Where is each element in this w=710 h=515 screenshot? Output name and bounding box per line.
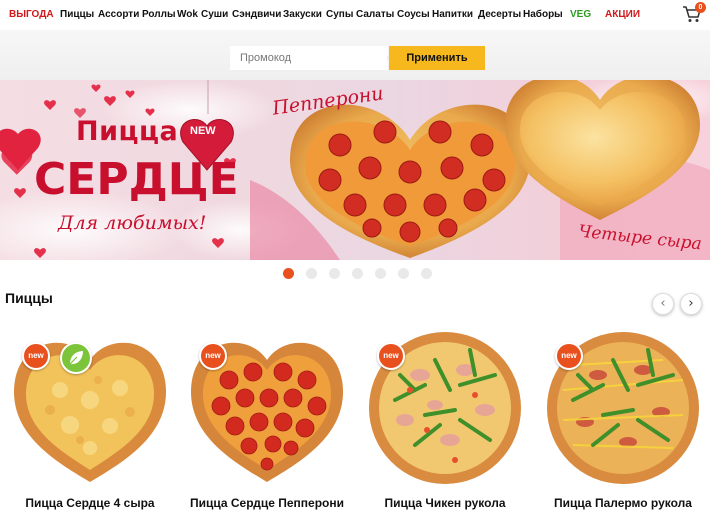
carousel-dot-7[interactable]: [421, 268, 432, 279]
nav-item-pizzas[interactable]: Пиццы: [60, 9, 94, 20]
nav-item-rolls[interactable]: Роллы: [142, 9, 176, 20]
prev-arrow-button[interactable]: ‹: [652, 293, 674, 315]
hero-banner[interactable]: Пицца СЕРДЦЕ Для любимых! NEW Пепперони …: [0, 80, 710, 260]
nav-item-veg[interactable]: VEG: [570, 9, 591, 20]
top-navigation: ВЫГОДА Пиццы Ассорти Роллы Wok Суши Сэнд…: [0, 0, 710, 30]
new-badge: new: [555, 342, 583, 370]
carousel-dot-2[interactable]: [306, 268, 317, 279]
product-card-palermo-rucola[interactable]: new Пицца Палермо рукола: [543, 330, 703, 515]
nav-item-soups[interactable]: Супы: [326, 9, 353, 20]
nav-item-vygoda[interactable]: ВЫГОДА: [9, 9, 54, 20]
nav-item-sandwiches[interactable]: Сэндвичи: [232, 9, 281, 20]
chevron-left-icon: ‹: [660, 296, 666, 311]
carousel-dot-3[interactable]: [329, 268, 340, 279]
banner-title-line1: Пицца: [76, 116, 179, 147]
banner-new-label: NEW: [190, 125, 216, 137]
carousel-dot-4[interactable]: [352, 268, 363, 279]
nav-item-promotions[interactable]: АКЦИИ: [605, 9, 640, 20]
nav-item-salads[interactable]: Салаты: [356, 9, 394, 20]
nav-item-wok[interactable]: Wok: [177, 9, 198, 20]
veg-badge: [60, 342, 92, 374]
promo-code-input[interactable]: [230, 46, 388, 70]
new-badge: new: [22, 342, 50, 370]
product-name[interactable]: Пицца Сердце 4 сыра: [0, 496, 180, 510]
section-title: Пиццы: [5, 290, 53, 306]
cart-count-badge: 0: [695, 2, 706, 13]
apply-promo-button[interactable]: Применить: [389, 46, 485, 70]
product-card-heart-4-cheese[interactable]: new Пицца Сердце 4 сыра: [10, 330, 170, 515]
nav-item-sauces[interactable]: Соусы: [397, 9, 430, 20]
new-badge: new: [377, 342, 405, 370]
nav-item-sushi[interactable]: Суши: [201, 9, 228, 20]
banner-title-line2: СЕРДЦЕ: [34, 154, 239, 205]
carousel-dot-1[interactable]: [283, 268, 294, 279]
carousel-dot-5[interactable]: [375, 268, 386, 279]
nav-item-drinks[interactable]: Напитки: [432, 9, 473, 20]
nav-item-desserts[interactable]: Десерты: [478, 9, 521, 20]
banner-tagline: Для любимых!: [58, 212, 207, 234]
nav-item-sets[interactable]: Наборы: [523, 9, 563, 20]
promo-code-bar: Применить: [0, 30, 710, 80]
leaf-icon: [69, 351, 83, 365]
product-name[interactable]: Пицца Сердце Пепперони: [177, 496, 357, 510]
product-name[interactable]: Пицца Чикен рукола: [355, 496, 535, 510]
chevron-right-icon: ›: [688, 296, 694, 311]
product-card-heart-pepperoni[interactable]: new Пицца Сердце Пепперони: [187, 330, 347, 515]
new-badge: new: [199, 342, 227, 370]
nav-item-assorti[interactable]: Ассорти: [98, 9, 139, 20]
next-arrow-button[interactable]: ›: [680, 293, 702, 315]
product-name[interactable]: Пицца Палермо рукола: [533, 496, 710, 510]
carousel-dot-6[interactable]: [398, 268, 409, 279]
nav-item-snacks[interactable]: Закуски: [283, 9, 322, 20]
cart-button[interactable]: 0: [682, 2, 706, 24]
product-card-chicken-rucola[interactable]: new Пицца Чикен рукола: [365, 330, 525, 515]
